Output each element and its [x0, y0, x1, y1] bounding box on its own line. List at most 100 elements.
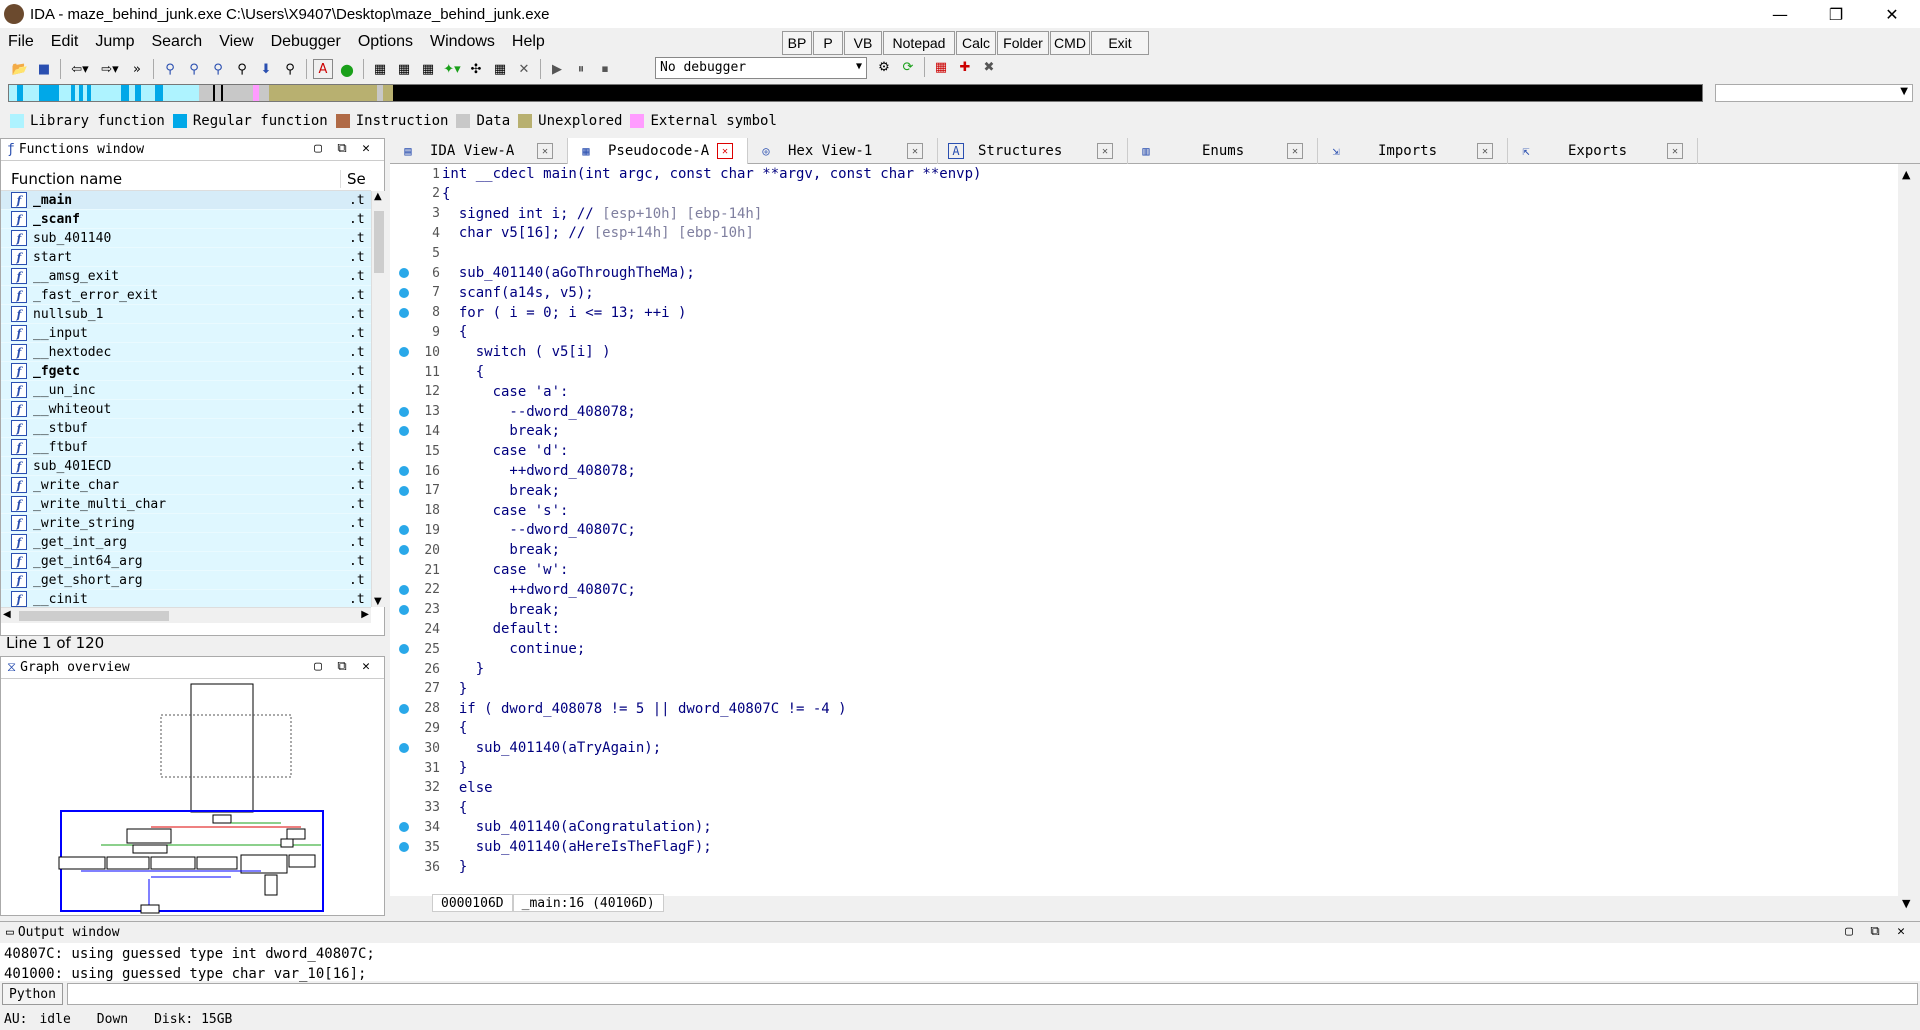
col-function-name[interactable]: Function name [1, 169, 341, 188]
code-line[interactable]: 30 sub_401140(aTryAgain); [390, 738, 1890, 758]
function-row[interactable]: f __whiteout .t [1, 400, 371, 419]
menu-help[interactable]: Help [504, 33, 554, 51]
functions-hscrollbar[interactable]: ◀ ▶ [1, 607, 371, 623]
panel-close-icon[interactable]: ✕ [354, 141, 378, 156]
function-row[interactable]: f __cinit .t [1, 590, 371, 607]
tab-close-icon[interactable]: ✕ [907, 143, 923, 159]
breakpoint-gutter[interactable] [390, 525, 418, 536]
code-line[interactable]: 25 continue; [390, 639, 1890, 659]
code-line[interactable]: 1 int __cdecl main(int argc, const char *… [390, 164, 1890, 184]
code-line[interactable]: 9 { [390, 322, 1890, 342]
forward-icon[interactable]: ⇨▾ [97, 59, 123, 79]
function-row[interactable]: f __ftbuf .t [1, 438, 371, 457]
code-line[interactable]: 32 else [390, 778, 1890, 798]
code-line[interactable]: 28 if ( dword_408078 != 5 || dword_40807… [390, 699, 1890, 719]
jump-list-icon[interactable]: ⚲ [280, 59, 300, 79]
breakpoint-gutter[interactable] [390, 545, 418, 556]
p-button[interactable]: P [813, 31, 843, 55]
python-button[interactable]: Python [2, 983, 63, 1005]
pause-icon[interactable]: ⏸ [571, 59, 591, 79]
delete-breakpoint-icon[interactable]: ✖ [979, 57, 999, 77]
breakpoint-gutter[interactable] [390, 466, 418, 476]
breakpoint-gutter[interactable] [390, 604, 418, 615]
open-file-icon[interactable]: 📂 [10, 59, 30, 79]
graph-overview-canvas[interactable] [1, 679, 384, 915]
folder-button[interactable]: Folder [997, 31, 1049, 55]
code-line[interactable]: 18 case 's': [390, 501, 1890, 521]
tab-close-icon[interactable]: ✕ [537, 143, 553, 159]
code-line[interactable]: 36 } [390, 857, 1890, 877]
more-icon[interactable]: » [127, 59, 147, 79]
tab-close-icon[interactable]: ✕ [1287, 143, 1303, 159]
notepad-button[interactable]: Notepad [883, 31, 955, 55]
refresh-icon[interactable]: ⟳ [898, 57, 918, 77]
code-line[interactable]: 5 [390, 243, 1890, 263]
breakpoint-gutter[interactable] [390, 703, 418, 714]
back-icon[interactable]: ⇦▾ [67, 59, 93, 79]
code-line[interactable]: 35 sub_401140(aHereIsTheFlagF); [390, 837, 1890, 857]
menu-jump[interactable]: Jump [87, 33, 143, 51]
search-text-icon[interactable]: ⚲ [160, 59, 180, 79]
code-line[interactable]: 2{ [390, 184, 1890, 204]
debug-options-icon[interactable]: ⚙ [874, 57, 894, 77]
code-line[interactable]: 22 ++dword_40807C; [390, 580, 1890, 600]
code-line[interactable]: 23 break; [390, 600, 1890, 620]
command-input[interactable] [66, 983, 1918, 1005]
function-row[interactable]: f _write_char .t [1, 476, 371, 495]
code-line[interactable]: 11 { [390, 362, 1890, 382]
code-icon[interactable]: ▦ [370, 59, 390, 79]
panel-restore-icon[interactable]: ▢ [306, 659, 330, 674]
function-row[interactable]: f start .t [1, 248, 371, 267]
nav-band-select[interactable]: ▼ [1715, 84, 1913, 102]
scroll-down-icon[interactable]: ▼ [1902, 897, 1910, 910]
code-line[interactable]: 19 --dword_40807C; [390, 520, 1890, 540]
code-line[interactable]: 10 switch ( v5[i] ) [390, 342, 1890, 362]
cmd-button[interactable]: CMD [1050, 31, 1090, 55]
tab-structures[interactable]: A Structures ✕ [938, 138, 1128, 164]
menu-debugger[interactable]: Debugger [263, 33, 350, 51]
code-line[interactable]: 14 break; [390, 421, 1890, 441]
code-line[interactable]: 13 --dword_408078; [390, 402, 1890, 422]
scroll-up-icon[interactable]: ▲ [374, 191, 382, 202]
patch-icon[interactable]: ▦ [490, 59, 510, 79]
breakpoint-gutter[interactable] [390, 307, 418, 318]
debugger-select[interactable]: No debugger ▼ [655, 57, 867, 79]
code-line[interactable]: 4 char v5[16]; // [esp+14h] [ebp-10h] [390, 223, 1890, 243]
function-row[interactable]: f sub_401ECD .t [1, 457, 371, 476]
breakpoint-gutter[interactable] [390, 485, 418, 496]
code-line[interactable]: 15 case 'd': [390, 441, 1890, 461]
code-line[interactable]: 6 sub_401140(aGoThroughTheMa); [390, 263, 1890, 283]
minimize-button[interactable]: — [1752, 0, 1808, 28]
scroll-down-icon[interactable]: ▼ [374, 596, 382, 607]
save-icon[interactable]: ■ [34, 59, 54, 79]
scroll-thumb[interactable] [374, 211, 384, 273]
function-row[interactable]: f _get_int64_arg .t [1, 552, 371, 571]
calc-button[interactable]: Calc [956, 31, 996, 55]
functions-vscrollbar[interactable]: ▲ ▼ [371, 191, 385, 607]
tools-icon[interactable]: ✣ [466, 59, 486, 79]
breakpoint-gutter[interactable] [390, 584, 418, 595]
stop-icon[interactable]: ⏹ [595, 59, 615, 79]
scroll-left-icon[interactable]: ◀ [3, 609, 11, 620]
function-row[interactable]: f _main .t [1, 191, 371, 210]
code-line[interactable]: 17 break; [390, 481, 1890, 501]
tab-ida-view-a[interactable]: ▤ IDA View-A ✕ [390, 138, 568, 164]
struct-icon[interactable]: ▦ [418, 59, 438, 79]
breakpoint-gutter[interactable] [390, 644, 418, 655]
function-row[interactable]: f _fgetc .t [1, 362, 371, 381]
menu-edit[interactable]: Edit [43, 33, 88, 51]
panel-restore-icon[interactable]: ▢ [306, 141, 330, 156]
plugin-icon[interactable]: ✦▾ [442, 59, 462, 79]
function-row[interactable]: f _get_short_arg .t [1, 571, 371, 590]
tab-close-icon[interactable]: ✕ [1667, 143, 1683, 159]
function-row[interactable]: f _write_string .t [1, 514, 371, 533]
function-row[interactable]: f __input .t [1, 324, 371, 343]
run-icon[interactable]: ▶ [547, 59, 567, 79]
panel-restore-icon[interactable]: ▢ [1836, 924, 1862, 939]
code-line[interactable]: 29 { [390, 718, 1890, 738]
code-line[interactable]: 24 default: [390, 619, 1890, 639]
text-mode-icon[interactable]: A [313, 59, 333, 79]
col-segment[interactable]: Se [341, 170, 366, 188]
function-row[interactable]: f _write_multi_char .t [1, 495, 371, 514]
panel-float-icon[interactable]: ⧉ [330, 659, 354, 674]
